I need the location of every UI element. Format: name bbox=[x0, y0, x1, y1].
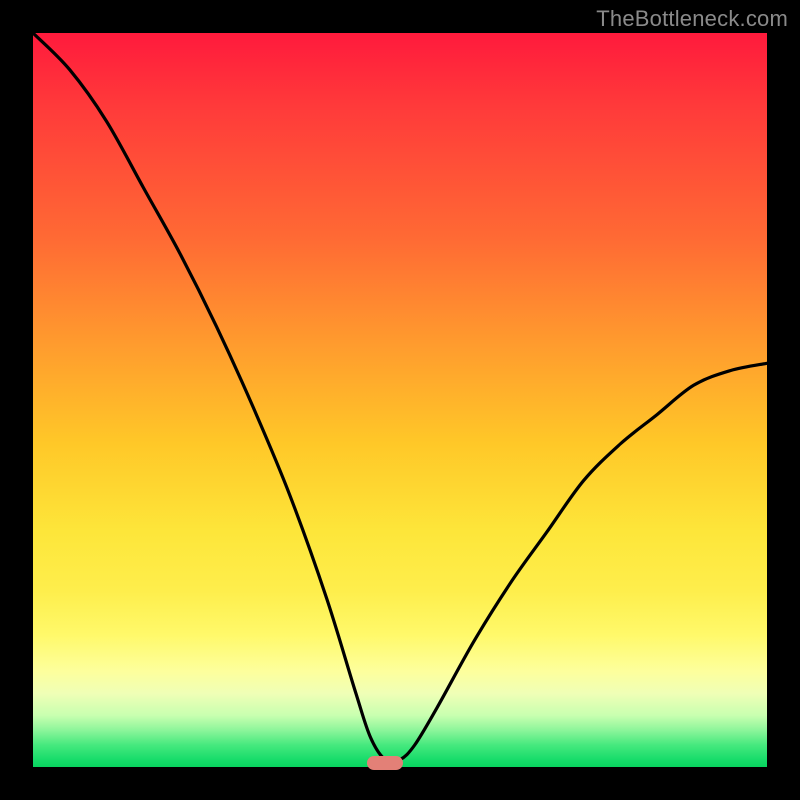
optimal-balance-marker bbox=[367, 756, 403, 770]
watermark-text: TheBottleneck.com bbox=[596, 6, 788, 32]
bottleneck-curve bbox=[33, 33, 767, 767]
chart-canvas: TheBottleneck.com bbox=[0, 0, 800, 800]
